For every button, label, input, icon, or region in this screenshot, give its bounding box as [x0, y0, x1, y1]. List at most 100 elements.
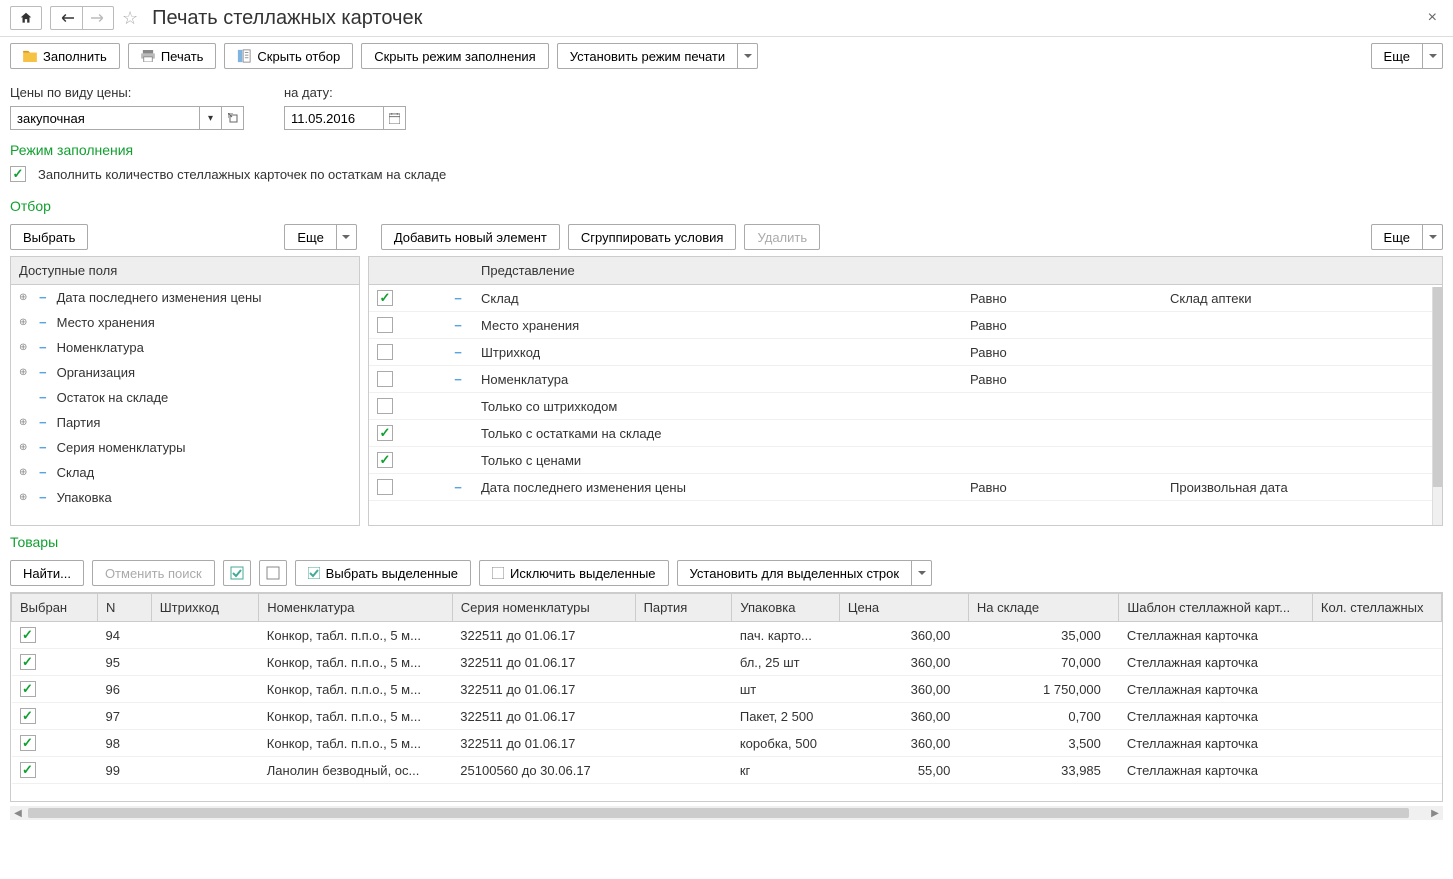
more-button[interactable]: Еще: [1371, 43, 1423, 69]
col-template[interactable]: Шаблон стеллажной карт...: [1119, 594, 1313, 622]
close-button[interactable]: ×: [1422, 9, 1443, 27]
col-series[interactable]: Серия номенклатуры: [452, 594, 635, 622]
row-select-checkbox[interactable]: [20, 735, 36, 751]
price-type-dropdown-arrow[interactable]: ▾: [200, 106, 222, 130]
tree-item[interactable]: −Остаток на складе: [11, 385, 359, 410]
price-type-open-button[interactable]: [222, 106, 244, 130]
date-picker-button[interactable]: [384, 106, 406, 130]
date-input[interactable]: [284, 106, 384, 130]
horizontal-scrollbar[interactable]: ◀ ▶: [10, 806, 1443, 820]
star-icon[interactable]: ☆: [122, 8, 138, 29]
filter-row[interactable]: − Штрихкод Равно: [369, 339, 1442, 366]
row-stock: 35,000: [968, 622, 1119, 649]
price-type-input[interactable]: [10, 106, 200, 130]
col-barcode[interactable]: Штрихкод: [151, 594, 259, 622]
filter-row[interactable]: − Место хранения Равно: [369, 312, 1442, 339]
row-select-checkbox[interactable]: [20, 627, 36, 643]
filter-row[interactable]: − Дата последнего изменения цены Равно П…: [369, 474, 1442, 501]
tree-item[interactable]: ⊕−Дата последнего изменения цены: [11, 285, 359, 310]
filter-row[interactable]: Только с ценами: [369, 447, 1442, 474]
hscroll-left-arrow[interactable]: ◀: [10, 808, 26, 819]
tree-item[interactable]: ⊕−Партия: [11, 410, 359, 435]
filter-row-checkbox[interactable]: [377, 371, 393, 387]
tree-item[interactable]: ⊕−Организация: [11, 360, 359, 385]
filter-more-left-arrow[interactable]: [337, 224, 357, 250]
filter-more-left-button[interactable]: Еще: [284, 224, 336, 250]
hscroll-right-arrow[interactable]: ▶: [1427, 808, 1443, 819]
group-conditions-button[interactable]: Сгруппировать условия: [568, 224, 737, 250]
fill-button[interactable]: Заполнить: [10, 43, 120, 69]
find-button[interactable]: Найти...: [10, 560, 84, 586]
table-row[interactable]: 97 Конкор, табл. п.п.о., 5 м... 322511 д…: [12, 703, 1442, 730]
set-print-mode-arrow[interactable]: [738, 43, 758, 69]
filter-row-checkbox[interactable]: [377, 317, 393, 333]
tree-item[interactable]: ⊕−Номенклатура: [11, 335, 359, 360]
col-selected[interactable]: Выбран: [12, 594, 98, 622]
tree-item[interactable]: ⊕−Упаковка: [11, 485, 359, 510]
filter-row[interactable]: − Склад Равно Склад аптеки: [369, 285, 1442, 312]
table-row[interactable]: 98 Конкор, табл. п.п.о., 5 м... 322511 д…: [12, 730, 1442, 757]
col-count[interactable]: Кол. стеллажных: [1312, 594, 1441, 622]
filter-more-right-button[interactable]: Еще: [1371, 224, 1423, 250]
folder-fill-icon: [23, 50, 37, 62]
col-price[interactable]: Цена: [839, 594, 968, 622]
tree-item[interactable]: ⊕−Место хранения: [11, 310, 359, 335]
row-stock: 33,985: [968, 757, 1119, 784]
row-select-checkbox[interactable]: [20, 681, 36, 697]
set-for-marked-dropdown: Установить для выделенных строк: [677, 560, 933, 586]
products-table-wrap[interactable]: Выбран N Штрихкод Номенклатура Серия ном…: [10, 592, 1443, 802]
filter-row-name: Только со штрихкодом: [473, 393, 962, 420]
tree-item[interactable]: ⊕−Склад: [11, 460, 359, 485]
filter-row-checkbox[interactable]: [377, 479, 393, 495]
row-select-checkbox[interactable]: [20, 762, 36, 778]
filter-vscroll[interactable]: [1432, 287, 1442, 525]
cancel-search-button[interactable]: Отменить поиск: [92, 560, 215, 586]
col-stock[interactable]: На складе: [968, 594, 1119, 622]
hide-filter-button[interactable]: Скрыть отбор: [224, 43, 353, 69]
add-element-button[interactable]: Добавить новый элемент: [381, 224, 560, 250]
available-fields-list[interactable]: ⊕−Дата последнего изменения цены⊕−Место …: [11, 285, 359, 525]
exclude-marked-button[interactable]: Исключить выделенные: [479, 560, 668, 586]
filter-row-checkbox[interactable]: [377, 452, 393, 468]
filter-row-checkbox[interactable]: [377, 398, 393, 414]
filter-row[interactable]: Только со штрихкодом: [369, 393, 1442, 420]
fill-by-stock-checkbox[interactable]: [10, 166, 26, 182]
col-batch[interactable]: Партия: [635, 594, 732, 622]
delete-button[interactable]: Удалить: [744, 224, 820, 250]
filter-row-checkbox[interactable]: [377, 290, 393, 306]
select-marked-button[interactable]: Выбрать выделенные: [295, 560, 471, 586]
filter-row-checkbox[interactable]: [377, 425, 393, 441]
row-select-checkbox[interactable]: [20, 654, 36, 670]
table-row[interactable]: 99 Ланолин безводный, ос... 25100560 до …: [12, 757, 1442, 784]
set-for-marked-button[interactable]: Установить для выделенных строк: [677, 560, 913, 586]
table-row[interactable]: 94 Конкор, табл. п.п.о., 5 м... 322511 д…: [12, 622, 1442, 649]
row-package: кг: [732, 757, 840, 784]
forward-button[interactable]: [82, 6, 114, 30]
col-nomenclature[interactable]: Номенклатура: [259, 594, 453, 622]
filter-row[interactable]: − Номенклатура Равно: [369, 366, 1442, 393]
price-type-group: Цены по виду цены: ▾: [10, 85, 244, 130]
filter-row[interactable]: Только с остатками на складе: [369, 420, 1442, 447]
filter-row-checkbox[interactable]: [377, 344, 393, 360]
home-button[interactable]: [10, 6, 42, 30]
filter-more-right-arrow[interactable]: [1423, 224, 1443, 250]
more-arrow[interactable]: [1423, 43, 1443, 69]
hscroll-thumb[interactable]: [28, 808, 1409, 818]
set-for-marked-arrow[interactable]: [912, 560, 932, 586]
uncheck-all-button[interactable]: [259, 560, 287, 586]
col-n[interactable]: N: [98, 594, 152, 622]
tree-item[interactable]: ⊕−Серия номенклатуры: [11, 435, 359, 460]
filter-select-button[interactable]: Выбрать: [10, 224, 88, 250]
table-row[interactable]: 95 Конкор, табл. п.п.о., 5 м... 322511 д…: [12, 649, 1442, 676]
row-n: 96: [98, 676, 152, 703]
hide-fill-mode-button[interactable]: Скрыть режим заполнения: [361, 43, 548, 69]
print-button[interactable]: Печать: [128, 43, 217, 69]
row-select-checkbox[interactable]: [20, 708, 36, 724]
table-row[interactable]: 96 Конкор, табл. п.п.о., 5 м... 322511 д…: [12, 676, 1442, 703]
filter-row-name: Только с ценами: [473, 447, 962, 474]
row-count: [1312, 730, 1441, 757]
set-print-mode-button[interactable]: Установить режим печати: [557, 43, 738, 69]
check-all-button[interactable]: [223, 560, 251, 586]
col-package[interactable]: Упаковка: [732, 594, 840, 622]
back-button[interactable]: [50, 6, 82, 30]
